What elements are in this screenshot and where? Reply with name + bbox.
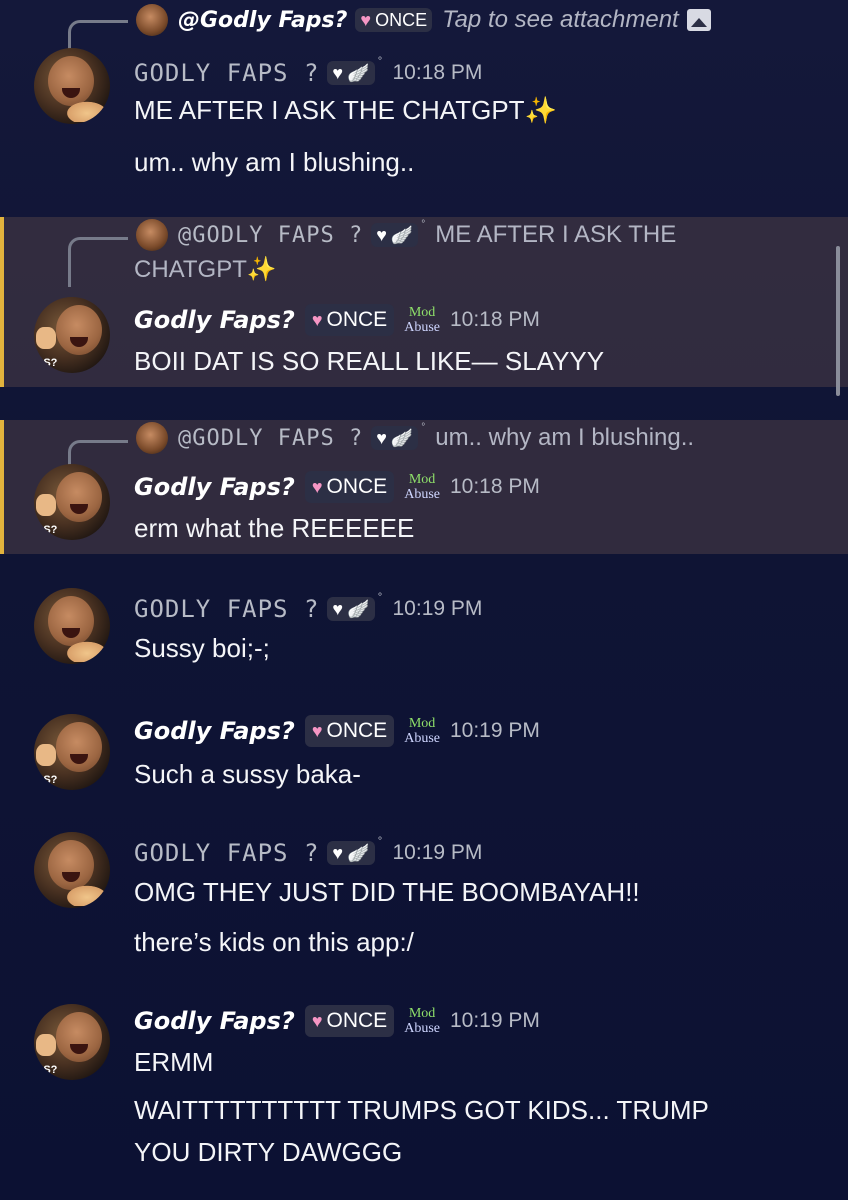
author-name[interactable]: Godly Faps? (134, 717, 295, 745)
reply-snippet-cont[interactable]: CHATGPT✨ (134, 255, 277, 284)
dot-icon: ° (421, 219, 426, 230)
message[interactable]: GODLY FAPS ? ♥ 🪽 ° 10:19 PM OMG THEY JUS… (0, 828, 848, 978)
timestamp: 10:18 PM (449, 475, 540, 498)
dot-icon: ° (377, 836, 383, 847)
dot-icon: ° (377, 592, 383, 603)
wing-icon: 🪽 (347, 62, 370, 83)
once-badge: ♥ ONCE (304, 304, 395, 336)
pink-heart-icon: ♥ (311, 720, 323, 741)
message[interactable]: PS? Godly Faps? ♥ ONCE Mod Abuse 10:19 P… (0, 1000, 848, 1196)
wing-icon: 🪽 (347, 598, 370, 619)
white-heart-icon: ♥ (332, 598, 344, 619)
message-text: ME AFTER I ASK THE CHATGPT✨ (134, 95, 557, 125)
white-heart-icon: ♥ (332, 842, 344, 863)
reply-snippet[interactable]: um.. why am I blushing.. (435, 424, 694, 452)
message-text: ERMM (134, 1047, 214, 1077)
pink-heart-icon: ♥ (311, 476, 323, 497)
image-attachment-icon (686, 9, 711, 31)
avatar[interactable]: PS? (34, 297, 110, 373)
reply-author[interactable]: @Godly Faps? (178, 8, 347, 33)
badge-tag: ♥ 🪽 (327, 841, 375, 865)
timestamp: 10:19 PM (449, 719, 540, 742)
timestamp: 10:19 PM (449, 1009, 540, 1032)
avatar[interactable] (34, 832, 110, 908)
reply-avatar (136, 219, 168, 251)
white-heart-icon: ♥ (332, 62, 344, 83)
reply-avatar (136, 4, 168, 36)
message[interactable]: PS? Godly Faps? ♥ ONCE Mod Abuse 10:19 P… (0, 710, 848, 810)
timestamp: 10:18 PM (449, 308, 540, 331)
once-badge: ♥ ONCE (304, 471, 395, 503)
author-name[interactable]: Godly Faps? (134, 306, 295, 334)
message-text: erm what the REEEEEE (134, 513, 415, 543)
timestamp: 10:19 PM (392, 597, 483, 620)
author-name[interactable]: Godly Faps? (134, 1007, 295, 1035)
white-heart-icon: ♥ (376, 427, 387, 448)
message[interactable]: GODLY FAPS ? ♥ 🪽 ° 10:18 PM ME AFTER I A… (0, 44, 848, 194)
pink-heart-icon: ♥ (311, 1010, 323, 1031)
scrollbar[interactable] (836, 246, 840, 396)
wing-icon: 🪽 (390, 224, 414, 245)
wing-icon: 🪽 (347, 842, 370, 863)
white-heart-icon: ♥ (376, 224, 387, 245)
once-badge: ♥ ONCE (304, 715, 395, 747)
avatar[interactable]: PS? (34, 1004, 110, 1080)
message-text: YOU DIRTY DAWGGG (134, 1137, 403, 1167)
mod-abuse-badge: Mod Abuse (404, 305, 440, 335)
message-text: Sussy boi;-; (134, 633, 270, 663)
author-name[interactable]: GODLY FAPS ? (134, 595, 319, 623)
message-text: there’s kids on this app:/ (134, 927, 414, 957)
once-badge: ♥ ONCE (304, 1005, 395, 1037)
message-highlighted[interactable]: @GODLY FAPS ? ♥ 🪽 ° ME AFTER I ASK THE C… (0, 217, 848, 387)
reply-spine (68, 237, 128, 287)
badge-tag: ♥ 🪽 (371, 223, 419, 247)
author-name[interactable]: GODLY FAPS ? (134, 839, 319, 867)
badge-tag: ♥ 🪽 (371, 426, 419, 450)
pink-heart-icon: ♥ (360, 9, 372, 30)
message-text: BOII DAT IS SO REALL LIKE— SLAYYY (134, 346, 605, 376)
message-text: Such a sussy baka- (134, 759, 361, 789)
badge-tag: ♥ 🪽 (327, 61, 375, 85)
message[interactable]: GODLY FAPS ? ♥ 🪽 ° 10:19 PM Sussy boi;-; (0, 584, 848, 684)
once-badge: ♥ ONCE (355, 8, 433, 32)
author-name[interactable]: Godly Faps? (134, 473, 295, 501)
message-text: OMG THEY JUST DID THE BOOMBAYAH!! (134, 877, 640, 907)
reply-author[interactable]: @GODLY FAPS ? (178, 426, 363, 451)
timestamp: 10:19 PM (392, 841, 483, 864)
avatar[interactable] (34, 588, 110, 664)
dot-icon: ° (421, 422, 426, 433)
message-highlighted[interactable]: @GODLY FAPS ? ♥ 🪽 ° um.. why am I blushi… (0, 420, 848, 554)
message-text: um.. why am I blushing.. (134, 147, 415, 177)
timestamp: 10:18 PM (392, 61, 483, 84)
avatar[interactable]: PS? (34, 464, 110, 540)
dot-icon: ° (377, 56, 383, 67)
mod-abuse-badge: Mod Abuse (404, 472, 440, 502)
mod-abuse-badge: Mod Abuse (404, 1006, 440, 1036)
pink-heart-icon: ♥ (311, 309, 323, 330)
message-text: WAITTTTTTTTTT TRUMPS GOT KIDS... TRUMP (134, 1095, 709, 1125)
badge-tag: ♥ 🪽 (327, 597, 375, 621)
avatar[interactable]: PS? (34, 714, 110, 790)
mod-abuse-badge: Mod Abuse (404, 716, 440, 746)
wing-icon: 🪽 (390, 427, 414, 448)
reply-snippet[interactable]: ME AFTER I ASK THE (435, 221, 676, 249)
reply-author[interactable]: @GODLY FAPS ? (178, 223, 363, 248)
reply-avatar (136, 422, 168, 454)
author-name[interactable]: GODLY FAPS ? (134, 59, 319, 87)
avatar[interactable] (34, 48, 110, 124)
reply-snippet[interactable]: Tap to see attachment (442, 6, 679, 34)
